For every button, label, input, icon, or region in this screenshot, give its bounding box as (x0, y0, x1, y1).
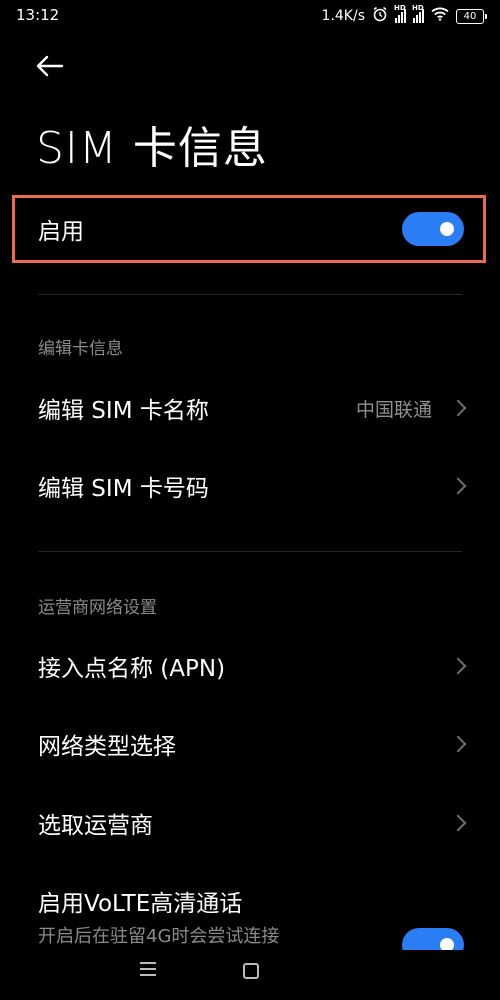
chevron-right-icon (449, 399, 467, 417)
signal-sim1-icon: HD (394, 4, 406, 23)
network-type-label: 网络类型选择 (38, 734, 176, 760)
enable-label: 启用 (38, 219, 84, 245)
sim-name-value: 中国联通 (355, 398, 432, 421)
status-icons: 1.4K/s HD HD 40 (321, 4, 487, 26)
choose-carrier-row[interactable]: 选取运营商 (0, 795, 500, 851)
status-time: 13:12 (16, 6, 60, 24)
section-header-carrier: 运营商网络设置 (38, 598, 157, 618)
section-header-edit: 编辑卡信息 (38, 339, 123, 359)
enable-row[interactable]: 启用 (0, 196, 500, 262)
choose-carrier-label: 选取运营商 (38, 813, 153, 839)
chevron-right-icon (449, 735, 467, 753)
apn-label: 接入点名称 (APN) (38, 656, 226, 682)
edit-sim-name-row[interactable]: 编辑 SIM 卡名称 中国联通 (0, 380, 500, 436)
battery-icon: 40 (456, 8, 487, 24)
apn-row[interactable]: 接入点名称 (APN) (0, 638, 500, 694)
edit-sim-name-label: 编辑 SIM 卡名称 (38, 398, 209, 424)
menu-icon[interactable] (140, 962, 156, 976)
toggle-knob (440, 222, 454, 236)
chevron-right-icon (449, 814, 467, 832)
alarm-icon (372, 6, 388, 26)
page-title: SIM 卡信息 (36, 123, 268, 174)
chevron-right-icon (449, 477, 467, 495)
network-type-row[interactable]: 网络类型选择 (0, 716, 500, 772)
volte-subtext: 开启后在驻留4G时会尝试连接 (38, 926, 280, 947)
chevron-right-icon (449, 657, 467, 675)
signal-sim2-icon: HD (412, 4, 424, 23)
divider (38, 551, 462, 552)
divider (38, 294, 462, 295)
volte-label: 启用VoLTE高清通话 (38, 891, 243, 917)
edit-sim-number-row[interactable]: 编辑 SIM 卡号码 (0, 458, 500, 514)
wifi-icon (431, 7, 449, 25)
home-icon[interactable] (243, 963, 259, 979)
enable-toggle[interactable] (402, 212, 464, 246)
back-button[interactable] (34, 50, 74, 86)
back-arrow-icon (34, 55, 64, 81)
network-speed: 1.4K/s (321, 8, 365, 24)
edit-sim-number-label: 编辑 SIM 卡号码 (38, 476, 209, 502)
